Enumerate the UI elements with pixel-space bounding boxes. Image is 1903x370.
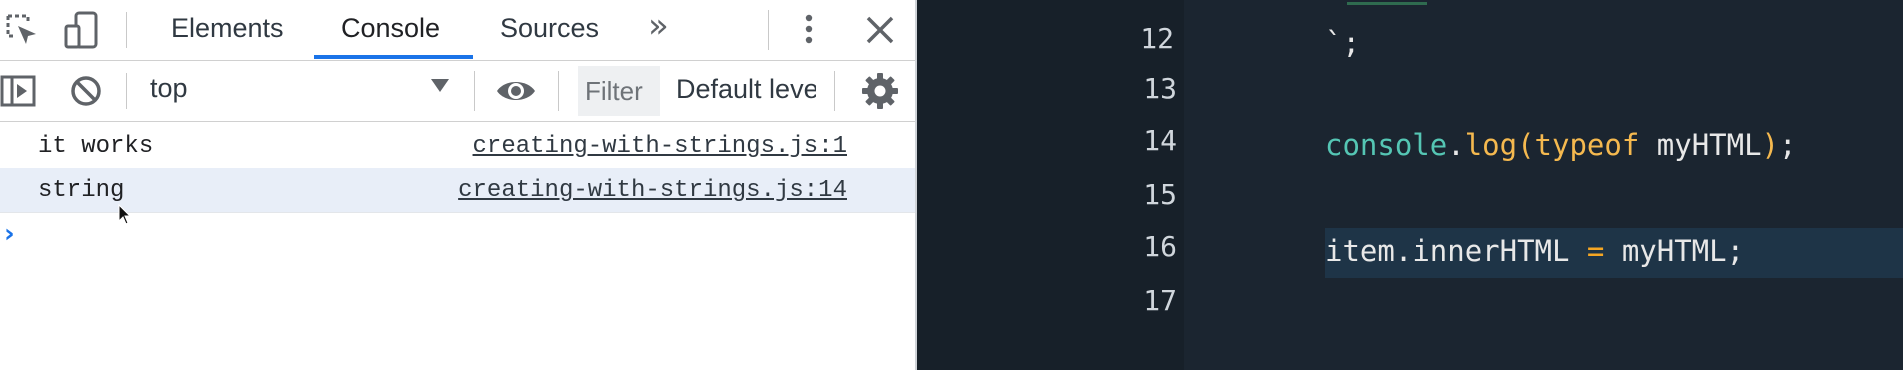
close-icon[interactable] [860,10,900,50]
source-link[interactable]: creating-with-strings.js:14 [458,177,847,204]
code-line[interactable]: console.log(typeof myHTML); [1325,128,1796,162]
code-line[interactable]: item.innerHTML = myHTML; [1325,234,1744,268]
dropdown-arrow-icon[interactable] [431,79,449,92]
source-link[interactable]: creating-with-strings.js:1 [473,133,847,160]
console-prompt-icon[interactable]: › [4,219,15,249]
line-number: 16 [1143,230,1177,263]
toolbar-divider [474,71,475,111]
console-message-row[interactable]: it works creating-with-strings.js:1 [0,124,915,169]
line-number: 14 [1143,124,1177,157]
toolbar-divider [126,73,127,109]
device-toolbar-icon[interactable] [62,10,102,50]
code-token: ( [1517,128,1535,162]
gear-icon[interactable] [860,71,900,111]
mouse-cursor-icon [118,203,132,231]
inspect-element-icon[interactable] [2,10,42,50]
code-token: typeof [1534,128,1640,162]
devtools-tabbar: Elements Console Sources » [0,0,915,61]
console-message-text: string [38,177,125,204]
console-toolbar: top Filter Default leve [0,61,915,122]
kebab-menu-icon[interactable] [796,10,822,50]
code-token: . [1447,128,1465,162]
active-tab-indicator [314,55,473,59]
tab-console[interactable]: Console [341,0,440,60]
code-token: ) [1761,128,1779,162]
console-message-text: it works [38,133,154,160]
line-number: 12 [1140,22,1174,55]
devtools-panel: Elements Console Sources » top Filter De… [0,0,917,370]
line-number: 17 [1143,284,1177,317]
cut-off-code-fragment [1347,0,1427,5]
code-token: ; [1779,128,1797,162]
filter-placeholder: Filter [585,76,643,106]
code-token: = [1569,234,1622,268]
clear-console-icon[interactable] [66,71,106,111]
toolbar-divider [558,71,559,111]
console-message-row[interactable]: string creating-with-strings.js:14 [0,168,915,213]
code-token: myHTML [1639,128,1762,162]
code-token: . [1394,234,1413,268]
line-number: 15 [1143,178,1177,211]
toolbar-divider [834,71,835,111]
code-token: console [1325,128,1448,162]
code-token: myHTML [1621,234,1727,268]
tab-sources[interactable]: Sources [500,0,599,60]
more-tabs-icon[interactable]: » [648,6,669,46]
code-line[interactable]: `; [1325,26,1360,60]
context-selector[interactable]: top [150,73,188,104]
show-sidebar-icon[interactable] [0,73,40,113]
code-token: log [1464,128,1518,162]
code-editor: 12 `; 13 14 console.log(typeof myHTML); … [917,0,1903,370]
toolbar-divider [126,12,127,48]
live-expression-eye-icon[interactable] [494,71,538,111]
line-number: 13 [1143,72,1177,105]
code-token: item [1325,234,1395,268]
toolbar-divider [768,10,769,50]
tab-elements[interactable]: Elements [171,0,284,60]
code-token: ; [1726,234,1745,268]
log-levels-dropdown[interactable]: Default leve [676,74,816,105]
code-token: innerHTML [1412,234,1570,268]
